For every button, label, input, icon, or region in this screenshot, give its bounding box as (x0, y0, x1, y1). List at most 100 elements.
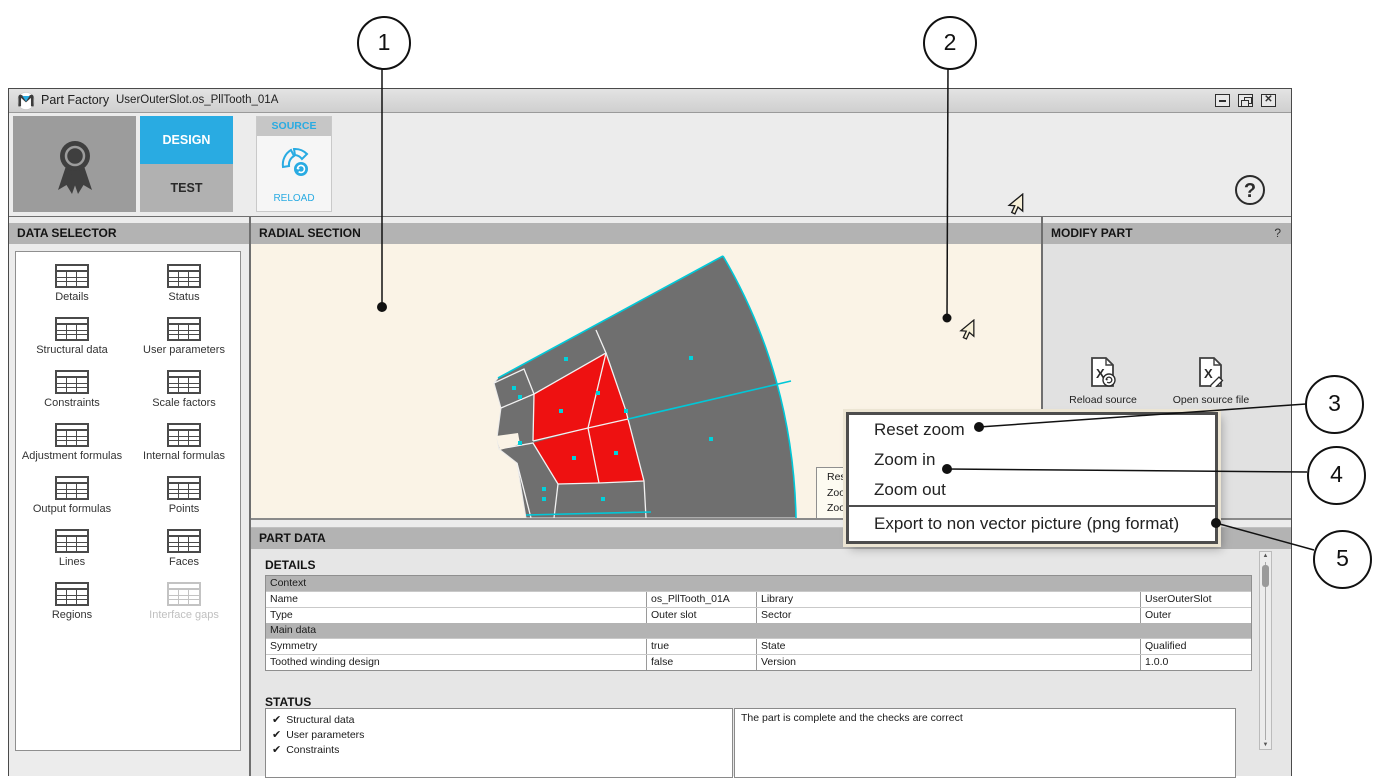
status-checklist: ✔Structural data ✔User parameters ✔Const… (265, 708, 733, 778)
menu-item-export-png[interactable]: Export to non vector picture (png format… (849, 505, 1215, 541)
status-check-item: ✔Constraints (272, 743, 732, 758)
open-source-file-button[interactable]: X Open source file (1161, 357, 1261, 406)
callout-2: 2 (923, 16, 977, 70)
tab-design[interactable]: DESIGN (140, 116, 233, 164)
source-group: SOURCE RELOAD (256, 116, 332, 212)
table-icon (167, 476, 201, 500)
selector-item-constraints[interactable]: Constraints (44, 370, 100, 423)
table-icon (55, 423, 89, 447)
tab-design-label: DESIGN (163, 133, 211, 147)
table-icon (55, 317, 89, 341)
screen: { "colors": { "accent_blue": "#29abe2", … (0, 0, 1375, 775)
excel-file-reload-icon: X (1090, 357, 1116, 387)
callout-4: 4 (1307, 446, 1366, 505)
callout-5: 5 (1313, 530, 1372, 589)
part-data-panel: DETAILS Context Name os_PllTooth_01A Lib… (251, 549, 1291, 776)
reload-source-button[interactable]: X Reload source (1053, 357, 1153, 406)
table-icon (167, 582, 201, 606)
table-icon (167, 529, 201, 553)
selector-item-scale-factors[interactable]: Scale factors (152, 370, 216, 423)
cell-label: State (757, 639, 1141, 654)
selector-item-label: User parameters (143, 344, 225, 356)
cell-label: Toothed winding design (266, 655, 647, 670)
cell-label: Type (266, 608, 647, 623)
data-selector-panel: Details Status Structural data User para… (9, 244, 249, 776)
close-icon[interactable]: ✕ (1261, 94, 1276, 107)
callout-number: 4 (1330, 461, 1343, 487)
tab-test[interactable]: TEST (140, 164, 233, 212)
scroll-down-icon[interactable]: ▼ (1260, 742, 1271, 748)
tab-test-label: TEST (171, 181, 203, 195)
table-icon (167, 423, 201, 447)
status-check-item: ✔Structural data (272, 713, 732, 728)
svg-text:X: X (1204, 366, 1213, 381)
part-factory-logo-icon (17, 92, 35, 110)
reload-label: RELOAD (257, 193, 331, 204)
table-row: Name os_PllTooth_01A Library UserOuterSl… (266, 591, 1251, 607)
table-icon (167, 264, 201, 288)
status-message-box: The part is complete and the checks are … (734, 708, 1236, 778)
selector-item-interface-gaps: Interface gaps (149, 582, 219, 635)
data-selector-title: DATA SELECTOR (17, 226, 117, 240)
table-icon (55, 476, 89, 500)
check-icon: ✔ (272, 744, 281, 756)
menu-item-zoom-in[interactable]: Zoom in (849, 445, 1215, 475)
selector-item-label: Internal formulas (143, 450, 225, 462)
selector-item-internal-formulas[interactable]: Internal formulas (143, 423, 225, 476)
cell-value: 1.0.0 (1141, 655, 1251, 670)
selector-item-structural-data[interactable]: Structural data (36, 317, 108, 370)
selector-item-label: Lines (55, 556, 89, 568)
selector-item-label: Status (167, 291, 201, 303)
selector-item-faces[interactable]: Faces (167, 529, 201, 582)
modify-part-title: MODIFY PART (1051, 226, 1133, 240)
restore-icon[interactable] (1238, 94, 1253, 107)
title-bar[interactable]: Part Factory UserOuterSlot.os_PllTooth_0… (9, 89, 1291, 113)
reload-source-icon[interactable] (278, 145, 312, 179)
selector-item-lines[interactable]: Lines (55, 529, 89, 582)
context-menu-magnified: Reset zoom Zoom in Zoom out Export to no… (846, 412, 1218, 544)
selector-item-status[interactable]: Status (167, 264, 201, 317)
excel-file-edit-icon: X (1198, 357, 1224, 387)
cell-value: false (647, 655, 757, 670)
toolbar: DESIGN TEST SOURCE RELOAD ? (9, 113, 1291, 217)
medal-icon (47, 132, 103, 196)
cell-value: Outer slot (647, 608, 757, 623)
menu-item-zoom-out[interactable]: Zoom out (849, 475, 1215, 505)
menu-item-reset-zoom[interactable]: Reset zoom (849, 415, 1215, 445)
help-glyph: ? (1244, 180, 1256, 202)
selector-item-output-formulas[interactable]: Output formulas (33, 476, 111, 529)
selector-item-label: Details (55, 291, 89, 303)
scroll-up-icon[interactable]: ▲ (1260, 553, 1271, 559)
selector-item-points[interactable]: Points (167, 476, 201, 529)
table-icon (167, 370, 201, 394)
reload-source-label: Reload source (1053, 394, 1153, 406)
selector-item-regions[interactable]: Regions (52, 582, 92, 635)
selector-item-user-parameters[interactable]: User parameters (143, 317, 225, 370)
selector-item-label: Regions (52, 609, 92, 621)
qualify-button[interactable] (13, 116, 136, 212)
help-icon[interactable]: ? (1235, 175, 1265, 205)
selector-item-details[interactable]: Details (55, 264, 89, 317)
part-data-title: PART DATA (259, 531, 326, 545)
details-table: Context Name os_PllTooth_01A Library Use… (265, 575, 1252, 671)
vertical-scrollbar[interactable]: ▲ ▼ (1259, 551, 1272, 750)
cell-label: Sector (757, 608, 1141, 623)
cell-value: true (647, 639, 757, 654)
selector-item-label: Adjustment formulas (22, 450, 122, 462)
table-icon (55, 582, 89, 606)
check-label: Structural data (286, 714, 354, 726)
minimize-icon[interactable] (1215, 94, 1230, 107)
selector-item-label: Constraints (44, 397, 100, 409)
scrollbar-thumb[interactable] (1262, 565, 1269, 587)
cell-label: Version (757, 655, 1141, 670)
selector-item-label: Points (167, 503, 201, 515)
section-label: Main data (266, 623, 1251, 638)
table-icon (55, 264, 89, 288)
cell-label: Name (266, 592, 647, 607)
modify-part-help-icon[interactable]: ? (1274, 223, 1281, 244)
data-selector-list: Details Status Structural data User para… (15, 251, 241, 751)
selector-item-adjustment-formulas[interactable]: Adjustment formulas (22, 423, 122, 476)
scrollbar-track[interactable] (1265, 562, 1266, 740)
status-message: The part is complete and the checks are … (741, 712, 963, 724)
table-icon (55, 529, 89, 553)
